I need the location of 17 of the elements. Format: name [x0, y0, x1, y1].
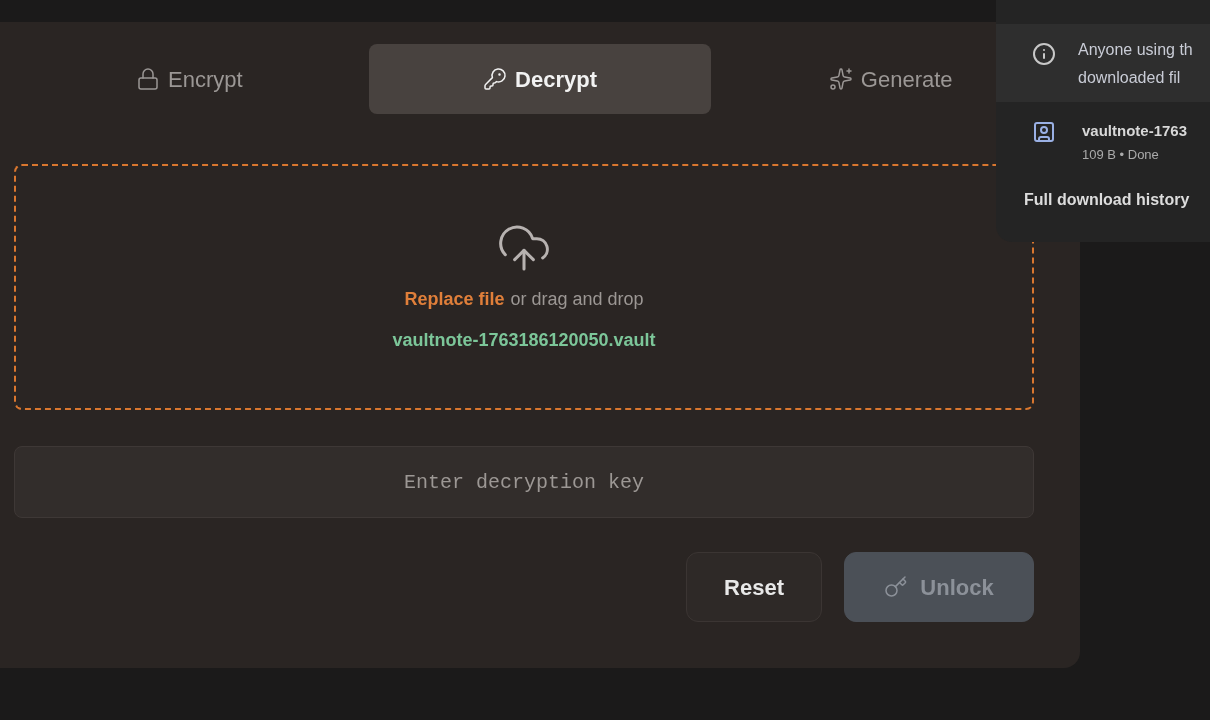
- decryption-key-field[interactable]: Enter decryption key: [14, 446, 1034, 518]
- download-status: 109 B • Done: [1082, 145, 1160, 164]
- notice-text: downloaded fil: [1078, 68, 1182, 88]
- reset-button[interactable]: Reset: [686, 552, 822, 622]
- key-icon: [483, 67, 508, 91]
- file-name: vaultnote-1763186120050.vault: [392, 329, 656, 352]
- sparkles-icon: [828, 67, 853, 91]
- lock-icon: [136, 67, 161, 91]
- download-file-name: vaultnote-1763: [1082, 121, 1188, 141]
- file-icon: [1032, 120, 1056, 144]
- tab[interactable]: Encrypt: [18, 44, 361, 114]
- tab[interactable]: Decrypt: [368, 44, 712, 114]
- key-icon: [884, 575, 909, 599]
- drop-hint: or drag and drop: [510, 288, 644, 311]
- info-icon: [1032, 42, 1056, 66]
- replace-file-link[interactable]: Replace file: [404, 286, 505, 313]
- notice-text: Anyone using th: [1078, 40, 1193, 60]
